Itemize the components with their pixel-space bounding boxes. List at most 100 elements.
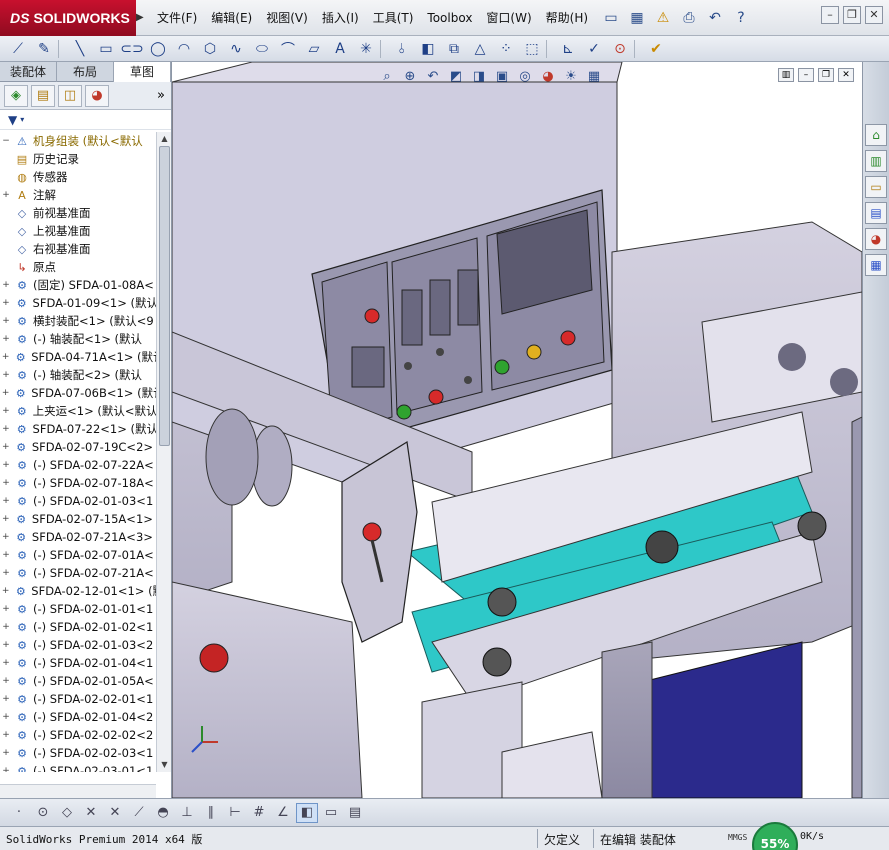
menu-edit[interactable]: 编辑(E) (204, 9, 259, 27)
view-orientation-icon[interactable]: ◨ (469, 66, 489, 86)
minimize-button[interactable]: – (821, 6, 839, 24)
tree-item[interactable]: + ⚙ (-) SFDA-02-01-03<2 (0, 636, 156, 654)
circle-icon[interactable]: ◯ (146, 38, 170, 60)
angle-snap-icon[interactable]: ∠ (272, 803, 294, 823)
arc-icon[interactable]: ◠ (172, 38, 196, 60)
menu-view[interactable]: 视图(V) (259, 9, 315, 27)
rapid-sketch-icon[interactable]: ✔ (644, 38, 668, 60)
filter-icon[interactable]: ▼ (8, 113, 17, 127)
ellipse-icon[interactable]: ⬭ (250, 38, 274, 60)
tangent-snap-icon[interactable]: ◓ (152, 803, 174, 823)
zoom-area-icon[interactable]: ⊕ (400, 66, 420, 86)
solidworks-resources-icon[interactable]: ⌂ (865, 124, 887, 146)
expand-icon[interactable]: + (0, 460, 12, 470)
nearest-snap-icon[interactable]: ⟋ (128, 803, 150, 823)
point-icon[interactable]: ✳ (354, 38, 378, 60)
menu-toolbox[interactable]: Toolbox (420, 9, 479, 27)
tree-item[interactable]: + ⚙ (-) SFDA-02-02-02<2 (0, 726, 156, 744)
section-display-icon[interactable]: ▭ (320, 803, 342, 823)
display-relations-icon[interactable]: ⊾ (556, 38, 580, 60)
expand-icon[interactable]: + (0, 550, 12, 560)
unit-system[interactable]: MMGS (728, 833, 747, 842)
expand-icon[interactable]: + (0, 640, 12, 650)
tree-item[interactable]: + ⚙ (固定) SFDA-01-08A< (0, 276, 156, 294)
expand-icon[interactable]: + (0, 748, 12, 758)
sketch-edit-icon[interactable]: ✎ (32, 38, 56, 60)
expand-icon[interactable]: + (0, 712, 12, 722)
menu-file[interactable]: 文件(F) (150, 9, 204, 27)
spline-icon[interactable]: ∿ (224, 38, 248, 60)
tree-item[interactable]: + ⚙ (-) SFDA-02-01-04<1 (0, 654, 156, 672)
tree-item[interactable]: + ⚙ (-) SFDA-02-07-21A< (0, 564, 156, 582)
expand-icon[interactable]: + (0, 496, 12, 506)
help-icon[interactable]: ? (730, 8, 752, 28)
expand-icon[interactable]: + (0, 766, 12, 772)
expand-icon[interactable]: + (0, 334, 12, 344)
hide-show-items-icon[interactable]: ◎ (515, 66, 535, 86)
expand-icon[interactable]: + (0, 388, 11, 398)
point-snap-icon[interactable]: · (8, 803, 30, 823)
configuration-manager-tab-icon[interactable]: ◫ (58, 84, 82, 107)
tree-item[interactable]: + ⚙ (-) SFDA-02-01-05A< (0, 672, 156, 690)
tree-item[interactable]: + ⚙ SFDA-07-22<1> (默认 (0, 420, 156, 438)
table-display-icon[interactable]: ▤ (344, 803, 366, 823)
tree-item[interactable]: ◇ 前视基准面 (0, 204, 156, 222)
tree-item[interactable]: + ⚙ (-) SFDA-02-03-01<1 (0, 762, 156, 772)
display-manager-tab-icon[interactable]: ◕ (85, 84, 109, 107)
solidworks-logo[interactable]: DS SOLIDWORKS (0, 0, 136, 36)
expand-icon[interactable]: + (0, 370, 12, 380)
custom-properties-icon[interactable]: ▦ (865, 254, 887, 276)
expand-icon[interactable]: + (0, 604, 12, 614)
tree-item[interactable]: + ⚙ (-) SFDA-02-07-22A< (0, 456, 156, 474)
open-folder-icon[interactable]: ▦ (626, 8, 648, 28)
tree-item[interactable]: + ⚙ 横封装配<1> (默认<9 (0, 312, 156, 330)
previous-view-icon[interactable]: ↶ (423, 66, 443, 86)
tab-sketch[interactable]: 草图 (114, 62, 171, 82)
expand-icon[interactable]: + (0, 532, 12, 542)
tree-item[interactable]: + ⚙ (-) SFDA-02-01-03<1 (0, 492, 156, 510)
slot-icon[interactable]: ⊂⊃ (120, 38, 144, 60)
parallel-snap-icon[interactable]: ∥ (200, 803, 222, 823)
fillet-icon[interactable]: ⌒ (276, 38, 300, 60)
polygon-icon[interactable]: ⬡ (198, 38, 222, 60)
tree-item[interactable]: + ⚙ SFDA-07-06B<1> (默认 (0, 384, 156, 402)
appearances-icon[interactable]: ◕ (865, 228, 887, 250)
tab-assembly[interactable]: 装配体 (0, 62, 57, 82)
section-view-icon[interactable]: ◩ (446, 66, 466, 86)
file-explorer-icon[interactable]: ▭ (865, 176, 887, 198)
tree-item[interactable]: ↳ 原点 (0, 258, 156, 276)
quadrant-snap-icon[interactable]: ✕ (80, 803, 102, 823)
edit-appearance-icon[interactable]: ◕ (538, 66, 558, 86)
mirror-icon[interactable]: △ (468, 38, 492, 60)
tree-item[interactable]: + ⚙ (-) SFDA-02-01-02<1 (0, 618, 156, 636)
tree-root[interactable]: − ⚠ 机身组装 (默认<默认 (0, 132, 156, 150)
tree-item[interactable]: + ⚙ SFDA-04-71A<1> (默认 (0, 348, 156, 366)
filter-dropdown-icon[interactable]: ▾ (20, 115, 24, 124)
property-manager-tab-icon[interactable]: ▤ (31, 84, 55, 107)
expand-icon[interactable]: + (0, 298, 12, 308)
viewport-restore-button[interactable]: ❐ (818, 68, 834, 82)
tree-item[interactable]: + ⚙ SFDA-02-07-19C<2> ( (0, 438, 156, 456)
expand-icon[interactable]: + (0, 442, 12, 452)
expand-icon[interactable]: + (0, 658, 12, 668)
quick-snaps-icon[interactable]: ⊙ (608, 38, 632, 60)
perpendicular-snap-icon[interactable]: ⊥ (176, 803, 198, 823)
tree-item[interactable]: + ⚙ (-) SFDA-02-01-01<1 (0, 600, 156, 618)
center-snap-icon[interactable]: ⊙ (32, 803, 54, 823)
new-document-icon[interactable]: ▭ (600, 8, 622, 28)
undo-icon[interactable]: ↶ (704, 8, 726, 28)
repair-sketch-icon[interactable]: ✓ (582, 38, 606, 60)
tab-layout[interactable]: 布局 (57, 62, 114, 82)
expand-icon[interactable]: + (0, 352, 11, 362)
tree-vertical-scrollbar[interactable]: ▲ ▼ (156, 132, 171, 772)
tree-item[interactable]: + ⚙ 上夹运<1> (默认<默认 (0, 402, 156, 420)
collapse-icon[interactable]: − (0, 136, 12, 146)
scroll-down-icon[interactable]: ▼ (157, 758, 172, 772)
feature-manager-tab-icon[interactable]: ◈ (4, 84, 28, 107)
viewport-close-button[interactable]: ✕ (838, 68, 854, 82)
viewport-split-button[interactable]: ▥ (778, 68, 794, 82)
move-entities-icon[interactable]: ⬚ (520, 38, 544, 60)
menu-tools[interactable]: 工具(T) (366, 9, 421, 27)
apply-scene-icon[interactable]: ☀ (561, 66, 581, 86)
expand-icon[interactable]: + (0, 316, 12, 326)
